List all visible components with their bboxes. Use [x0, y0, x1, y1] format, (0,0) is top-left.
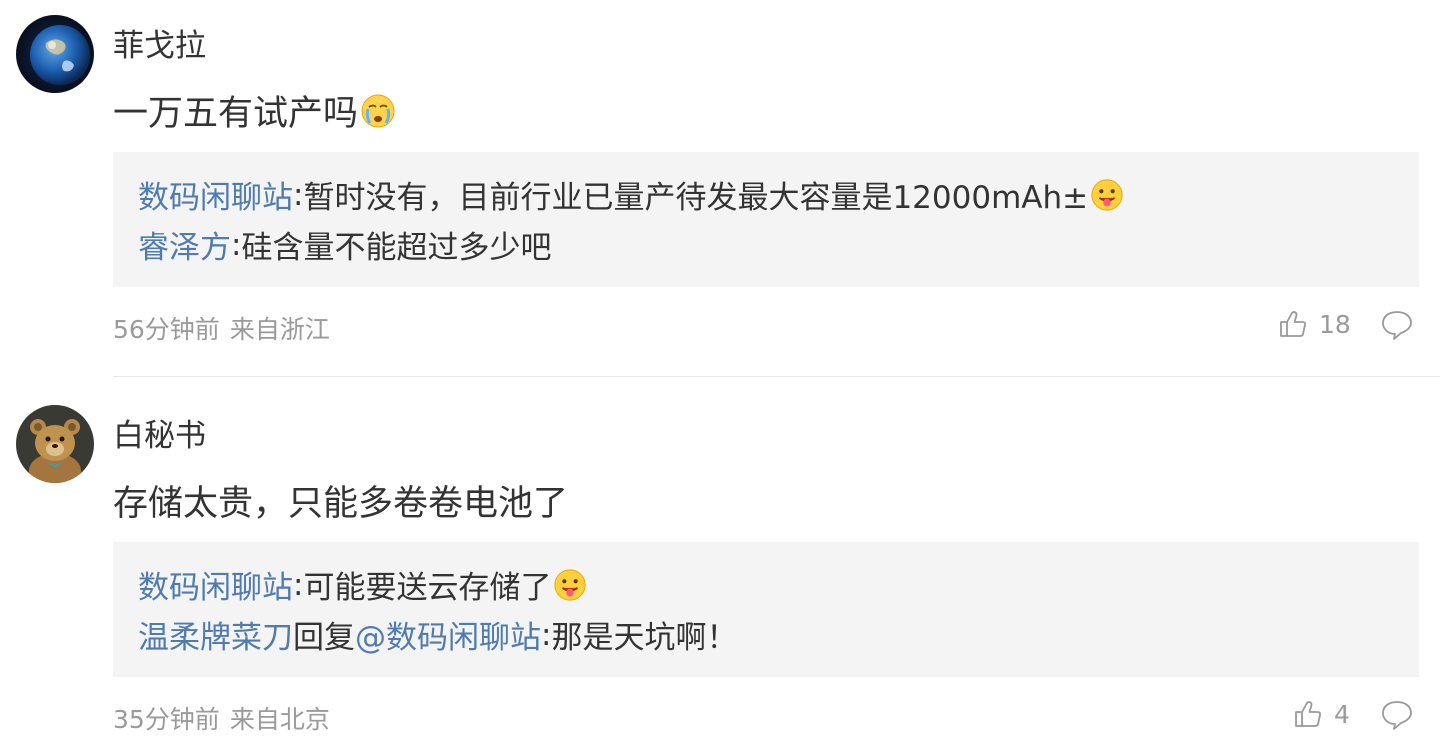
reply-mention[interactable]: @数码闲聊站 — [355, 612, 541, 657]
thumbs-up-icon — [1280, 311, 1306, 337]
reply-author[interactable]: 温柔牌菜刀 — [138, 612, 293, 657]
reply-line: 温柔牌菜刀 回复 @数码闲聊站: 那是天坑啊！ — [138, 612, 737, 657]
reply-text: 那是天坑啊！ — [551, 620, 738, 656]
reply-separator: : — [293, 176, 304, 213]
reply-author[interactable]: 数码闲聊站 — [138, 562, 293, 607]
comment-meta: 35分钟前 来自北京 — [113, 700, 330, 736]
like-count: 4 — [1334, 699, 1350, 729]
avatar[interactable] — [16, 405, 94, 483]
thumbs-up-icon — [1295, 701, 1321, 727]
reply-author[interactable]: 睿泽方 — [138, 222, 231, 267]
reply-line: 数码闲聊站: 暂时没有，目前行业已量产待发最大容量是12000mAh± — [138, 172, 1124, 217]
reply-text: 暂时没有，目前行业已量产待发最大容量是12000mAh± — [303, 180, 1089, 216]
comment-body: 存储太贵，只能多卷卷电池了 — [113, 484, 569, 524]
reply-line: 数码闲聊站: 可能要送云存储了 — [138, 562, 587, 607]
comment-bubble-icon[interactable] — [1380, 308, 1414, 342]
reply-box[interactable]: 数码闲聊站: 暂时没有，目前行业已量产待发最大容量是12000mAh± 睿泽方: 硅… — [113, 152, 1419, 287]
reply-author[interactable]: 数码闲聊站 — [138, 172, 293, 217]
reply-box[interactable]: 数码闲聊站: 可能要送云存储了 温柔牌菜刀 回复 @数码闲聊站: 那是天坑啊！ — [113, 542, 1419, 677]
like-button[interactable]: 4 — [1292, 698, 1350, 730]
username[interactable]: 白秘书 — [113, 410, 206, 455]
comment-text: 存储太贵，只能多卷卷电池了 — [113, 475, 568, 526]
comment-text: 一万五有试产吗 — [113, 85, 396, 136]
like-count: 18 — [1319, 309, 1351, 339]
reply-separator: : — [293, 566, 304, 603]
crying-emoji-icon — [361, 94, 395, 127]
comment-bubble-icon[interactable] — [1380, 698, 1414, 732]
reply-text: 硅含量不能超过多少吧 — [241, 230, 552, 266]
username[interactable]: 菲戈拉 — [113, 20, 206, 65]
like-button[interactable]: 18 — [1277, 308, 1351, 340]
tongue-emoji-icon — [554, 568, 587, 601]
earth-avatar-icon — [16, 15, 94, 93]
reply-text: 可能要送云存储了 — [303, 570, 552, 606]
teddy-bear-avatar-icon — [16, 405, 94, 483]
tongue-emoji-icon — [1091, 178, 1123, 211]
comment-time: 35分钟前 — [113, 705, 220, 734]
comment-meta: 56分钟前 来自浙江 — [113, 310, 330, 346]
avatar[interactable] — [16, 15, 94, 93]
comment-location: 来自浙江 — [229, 315, 330, 344]
reply-line: 睿泽方: 硅含量不能超过多少吧 — [138, 222, 551, 267]
divider — [113, 376, 1440, 377]
reply-separator: : — [231, 226, 242, 263]
reply-separator: : — [541, 616, 552, 653]
comment-time: 56分钟前 — [113, 315, 220, 344]
reply-label: 回复 — [293, 620, 355, 656]
comment-body: 一万五有试产吗 — [113, 94, 359, 134]
comment-location: 来自北京 — [229, 705, 330, 734]
